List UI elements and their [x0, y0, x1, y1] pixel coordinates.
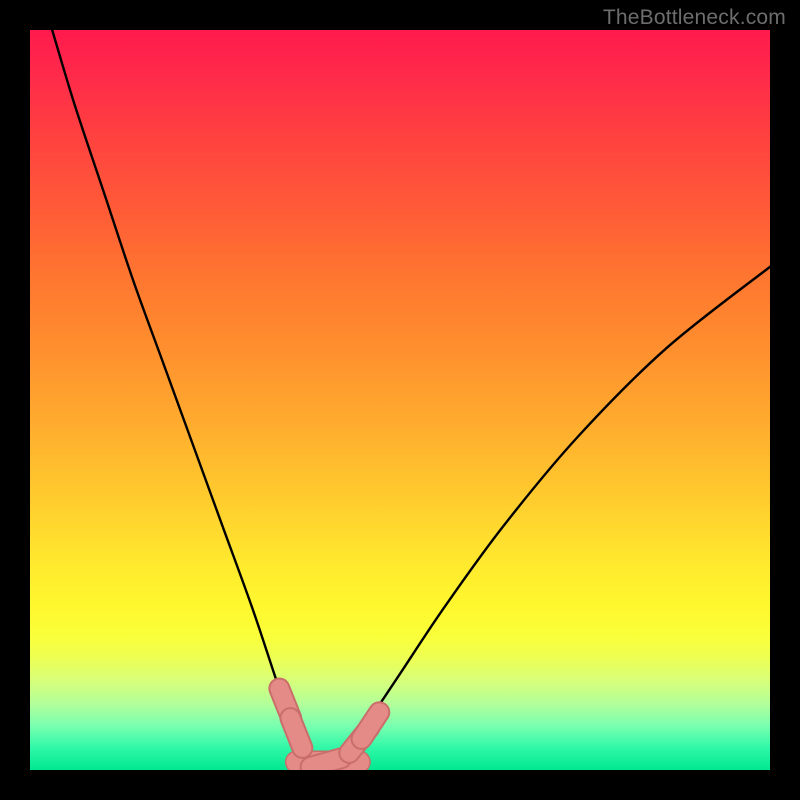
curve-path [52, 30, 770, 764]
marker-group [279, 689, 379, 767]
bottleneck-curve [52, 30, 770, 764]
curve-layer [30, 30, 770, 770]
chart-frame: TheBottleneck.com [0, 0, 800, 800]
plot-area [30, 30, 770, 770]
watermark-text: TheBottleneck.com [603, 6, 786, 30]
marker-pill [311, 758, 342, 767]
marker-pill [290, 718, 302, 748]
